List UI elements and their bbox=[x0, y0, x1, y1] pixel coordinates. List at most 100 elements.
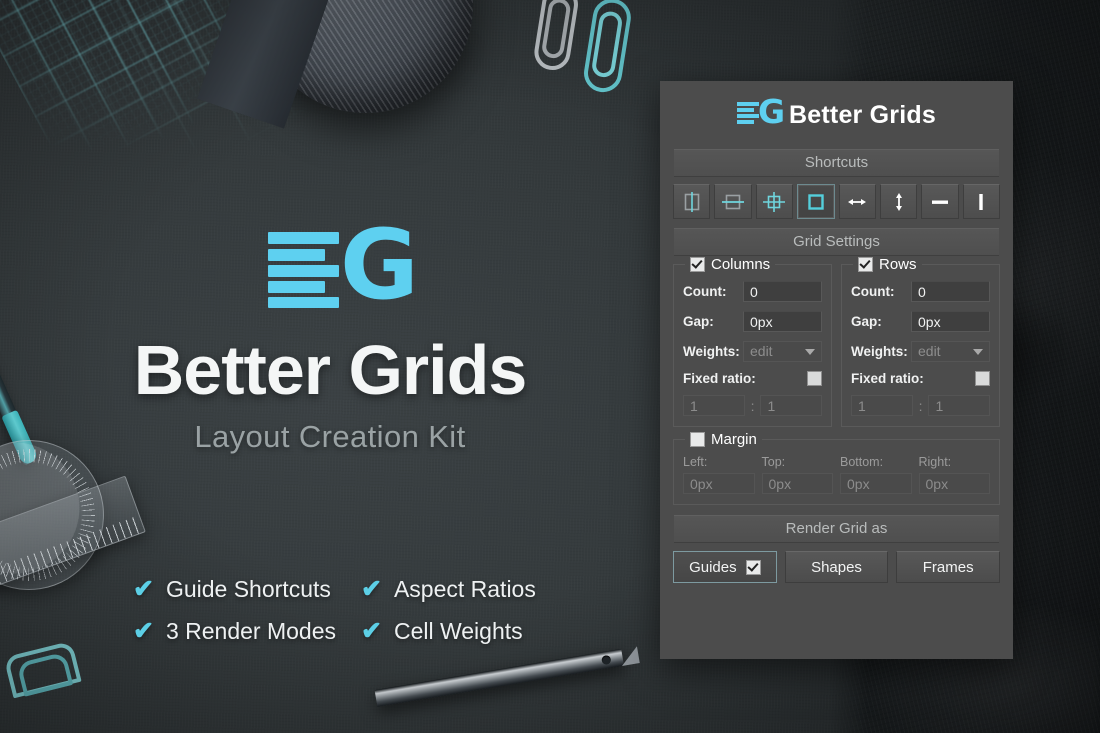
shortcut-arrow-horizontal-button[interactable] bbox=[838, 184, 876, 219]
check-icon: ✔ bbox=[133, 617, 154, 645]
rows-gap-field: Gap: 0px bbox=[851, 311, 990, 332]
columns-fixed-ratio-checkbox[interactable] bbox=[807, 371, 822, 386]
feature-item: ✔ Aspect Ratios bbox=[361, 576, 603, 603]
rows-count-label: Count: bbox=[851, 284, 895, 299]
margin-group: Margin Left: 0px Top: 0px Bottom: 0px Ri… bbox=[673, 431, 1000, 505]
hero-block: G Better Grids Layout Creation Kit bbox=[0, 217, 660, 455]
better-grids-logo-icon: G bbox=[268, 217, 419, 313]
columns-legend: Columns bbox=[685, 256, 776, 273]
columns-gap-input[interactable]: 0px bbox=[743, 311, 822, 332]
margin-left-field: Left: 0px bbox=[683, 455, 755, 494]
margin-right-input[interactable]: 0px bbox=[918, 473, 990, 494]
columns-ratio-separator: : bbox=[750, 397, 755, 414]
render-mode-buttons: Guides Shapes Frames bbox=[660, 543, 1013, 583]
rows-weights-dropdown[interactable]: edit bbox=[911, 341, 990, 362]
columns-fixed-ratio-label: Fixed ratio: bbox=[683, 371, 756, 386]
rows-enable-checkbox[interactable] bbox=[858, 257, 873, 272]
line-vertical-icon bbox=[979, 193, 984, 210]
shortcut-rectangle-frame-button[interactable] bbox=[797, 184, 835, 219]
poster-canvas: G Better Grids Layout Creation Kit ✔ Gui… bbox=[0, 0, 1100, 733]
columns-ratio-b-input[interactable]: 1 bbox=[760, 395, 823, 416]
render-shapes-label: Shapes bbox=[811, 558, 862, 576]
shortcut-split-cross-button[interactable] bbox=[755, 184, 794, 219]
rows-ratio-a-input[interactable]: 1 bbox=[851, 395, 913, 416]
arrow-horizontal-icon bbox=[848, 198, 867, 205]
render-guides-button[interactable]: Guides bbox=[673, 551, 777, 583]
page-subtitle: Layout Creation Kit bbox=[194, 419, 466, 454]
columns-label: Columns bbox=[711, 256, 771, 273]
rows-weights-field: Weights: edit bbox=[851, 341, 990, 362]
section-header-shortcuts: Shortcuts bbox=[674, 149, 999, 177]
panel-title: Better Grids bbox=[789, 100, 936, 129]
shortcut-line-horizontal-button[interactable] bbox=[921, 184, 959, 219]
feature-label: Guide Shortcuts bbox=[165, 576, 331, 602]
rectangle-frame-icon bbox=[808, 193, 824, 210]
render-frames-button[interactable]: Frames bbox=[896, 551, 1001, 583]
rows-ratio-b-input[interactable]: 1 bbox=[928, 395, 991, 416]
margin-legend: Margin bbox=[685, 431, 762, 448]
shortcut-toolbar bbox=[660, 177, 1013, 228]
margin-bottom-input[interactable]: 0px bbox=[840, 473, 912, 494]
rows-fixed-ratio-label: Fixed ratio: bbox=[851, 371, 924, 386]
columns-weights-field: Weights: edit bbox=[683, 341, 822, 362]
feature-item: ✔ 3 Render Modes bbox=[133, 618, 361, 645]
columns-weights-dropdown[interactable]: edit bbox=[743, 341, 822, 362]
rows-weights-value: edit bbox=[918, 343, 941, 359]
page-title: Better Grids bbox=[133, 331, 528, 409]
columns-count-input[interactable]: 0 bbox=[743, 281, 822, 302]
margin-top-label: Top: bbox=[761, 455, 786, 469]
margin-fields: Left: 0px Top: 0px Bottom: 0px Right: 0p… bbox=[683, 455, 990, 494]
split-vertical-icon bbox=[684, 191, 699, 212]
section-header-render-grid-as: Render Grid as bbox=[674, 515, 999, 543]
rows-group: Rows Count: 0 Gap: 0px Weights: edit Fix… bbox=[841, 256, 1000, 427]
margin-bottom-field: Bottom: 0px bbox=[840, 455, 912, 494]
columns-gap-label: Gap: bbox=[683, 314, 714, 329]
rows-weights-label: Weights: bbox=[851, 344, 908, 359]
margin-right-field: Right: 0px bbox=[918, 455, 990, 494]
render-shapes-button[interactable]: Shapes bbox=[784, 551, 889, 583]
rows-count-input[interactable]: 0 bbox=[911, 281, 990, 302]
shortcut-split-horizontal-button[interactable] bbox=[714, 184, 752, 219]
chevron-down-icon bbox=[973, 348, 983, 355]
feature-list: ✔ Guide Shortcuts ✔ Aspect Ratios ✔ 3 Re… bbox=[133, 576, 603, 645]
margin-left-input[interactable]: 0px bbox=[683, 473, 755, 494]
check-icon: ✔ bbox=[133, 575, 154, 603]
panel-header: G Better Grids bbox=[660, 81, 1013, 149]
margin-bottom-label: Bottom: bbox=[840, 455, 884, 469]
columns-weights-value: edit bbox=[750, 343, 773, 359]
columns-group: Columns Count: 0 Gap: 0px Weights: edit bbox=[673, 256, 832, 427]
margin-label: Margin bbox=[711, 431, 757, 448]
feature-label: Cell Weights bbox=[393, 618, 523, 644]
render-frames-label: Frames bbox=[922, 558, 974, 576]
feature-label: 3 Render Modes bbox=[165, 618, 336, 644]
shortcut-arrow-vertical-button[interactable] bbox=[879, 184, 918, 219]
columns-weights-label: Weights: bbox=[683, 344, 740, 359]
columns-count-label: Count: bbox=[683, 284, 727, 299]
margin-top-field: Top: 0px bbox=[761, 455, 833, 494]
render-guides-checkbox[interactable] bbox=[745, 559, 761, 575]
rows-gap-input[interactable]: 0px bbox=[911, 311, 990, 332]
rows-ratio-field: 1 : 1 bbox=[851, 395, 991, 416]
margin-left-label: Left: bbox=[683, 455, 708, 469]
feature-label: Aspect Ratios bbox=[393, 576, 536, 602]
feature-item: ✔ Cell Weights bbox=[361, 618, 603, 645]
rows-legend: Rows bbox=[853, 256, 922, 273]
better-grids-logo-icon: G bbox=[737, 95, 785, 128]
margin-top-input[interactable]: 0px bbox=[761, 473, 833, 494]
check-icon: ✔ bbox=[361, 617, 382, 645]
line-horizontal-icon bbox=[931, 200, 948, 204]
grid-settings-body: Columns Count: 0 Gap: 0px Weights: edit bbox=[660, 256, 1013, 429]
margin-enable-checkbox[interactable] bbox=[690, 432, 705, 447]
columns-ratio-a-input[interactable]: 1 bbox=[683, 395, 745, 416]
columns-enable-checkbox[interactable] bbox=[690, 257, 705, 272]
columns-count-field: Count: 0 bbox=[683, 281, 822, 302]
check-icon: ✔ bbox=[361, 575, 382, 603]
shortcut-line-vertical-button[interactable] bbox=[962, 184, 1000, 219]
rows-fixed-ratio-checkbox[interactable] bbox=[975, 371, 990, 386]
rows-count-field: Count: 0 bbox=[851, 281, 990, 302]
section-header-grid-settings: Grid Settings bbox=[674, 228, 999, 256]
chevron-down-icon bbox=[805, 348, 815, 355]
rows-label: Rows bbox=[879, 256, 917, 273]
shortcut-split-vertical-button[interactable] bbox=[673, 184, 711, 219]
render-guides-label: Guides bbox=[689, 558, 737, 576]
